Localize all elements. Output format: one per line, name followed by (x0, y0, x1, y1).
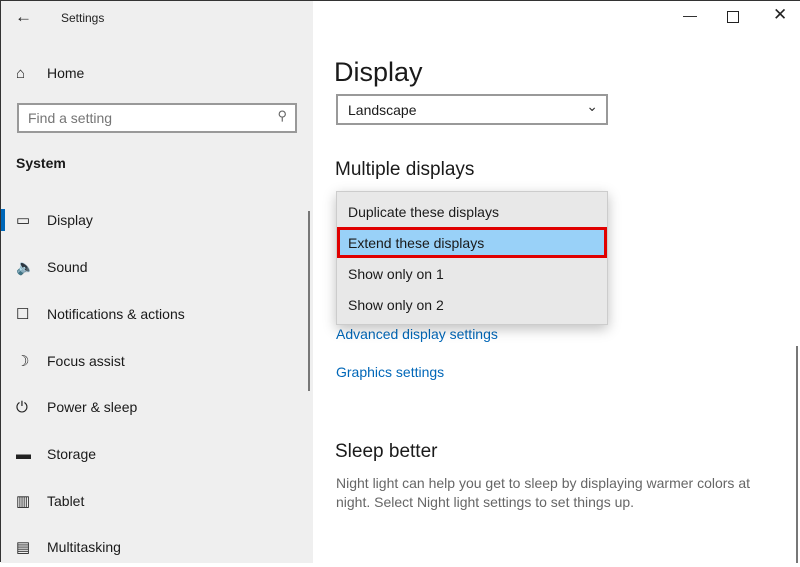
sleep-better-text: Night light can help you get to sleep by… (336, 475, 750, 510)
menu-option-show-only-1[interactable]: Show only on 1 (337, 258, 607, 289)
sidebar-item-tablet[interactable]: ▥ Tablet (1, 481, 301, 521)
multiple-displays-heading: Multiple displays (335, 159, 475, 180)
search-input[interactable] (19, 105, 259, 131)
item-label: Sound (47, 259, 88, 275)
item-label: Storage (47, 446, 97, 462)
sidebar-item-multitasking[interactable]: ▤ Multitasking (1, 527, 301, 567)
page-title: Display (334, 57, 423, 87)
tablet-icon: ▥ (16, 493, 31, 510)
notification-icon: ☐ (16, 306, 30, 323)
speaker-icon: 🔈 (16, 259, 35, 276)
sidebar-scrollbar[interactable] (308, 211, 310, 391)
main-content: — ✕ Display Landscape ⌄ Multiple display… (313, 1, 800, 563)
back-arrow-icon[interactable]: ← (15, 7, 32, 27)
advanced-display-settings-link[interactable]: Advanced display settings (336, 326, 498, 342)
moon-icon: ☽ (16, 353, 30, 370)
home-label: Home (47, 65, 85, 81)
main-scrollbar[interactable] (796, 346, 798, 563)
sidebar-item-storage[interactable]: ▬ Storage (1, 434, 301, 474)
multitasking-icon: ▤ (16, 539, 31, 556)
sidebar-item-home[interactable]: ⌂ Home (1, 53, 301, 93)
maximize-button[interactable] (727, 11, 739, 23)
monitor-icon: ▭ (16, 212, 31, 229)
item-label: Focus assist (47, 353, 125, 369)
search-icon[interactable]: ⚲ (277, 108, 287, 124)
menu-option-show-only-2[interactable]: Show only on 2 (337, 289, 607, 320)
sidebar-item-power[interactable]: ⏻ Power & sleep (1, 387, 301, 427)
menu-option-duplicate[interactable]: Duplicate these displays (337, 196, 607, 227)
sleep-better-heading: Sleep better (335, 441, 438, 462)
item-label: Power & sleep (47, 399, 138, 415)
minimize-button[interactable]: — (683, 7, 697, 23)
close-button[interactable]: ✕ (773, 5, 787, 25)
item-label: Multitasking (47, 539, 121, 555)
window-title: Settings (61, 11, 105, 25)
chevron-down-icon: ⌄ (586, 98, 598, 114)
item-label: Display (47, 212, 93, 228)
sidebar-item-notifications[interactable]: ☐ Notifications & actions (1, 294, 301, 334)
section-heading: System (16, 155, 66, 171)
storage-icon: ▬ (16, 445, 31, 463)
menu-option-extend[interactable]: Extend these displays (337, 227, 607, 258)
sidebar-item-display[interactable]: ▭ Display (1, 200, 301, 240)
item-label: Tablet (47, 493, 85, 509)
power-icon: ⏻ (16, 398, 28, 416)
sidebar-item-sound[interactable]: 🔈 Sound (1, 247, 301, 287)
multiple-displays-menu[interactable]: Duplicate these displays Extend these di… (336, 191, 608, 325)
sidebar: ← Settings ⌂ Home ⚲ System ▭ Display 🔈 Sou… (1, 1, 313, 563)
home-icon: ⌂ (16, 64, 26, 82)
item-label: Notifications & actions (47, 306, 185, 322)
orientation-value: Landscape (348, 101, 417, 118)
sidebar-item-focus-assist[interactable]: ☽ Focus assist (1, 341, 301, 381)
orientation-dropdown[interactable]: Landscape ⌄ (336, 94, 608, 125)
search-box[interactable]: ⚲ (17, 103, 297, 133)
graphics-settings-link[interactable]: Graphics settings (336, 364, 444, 380)
